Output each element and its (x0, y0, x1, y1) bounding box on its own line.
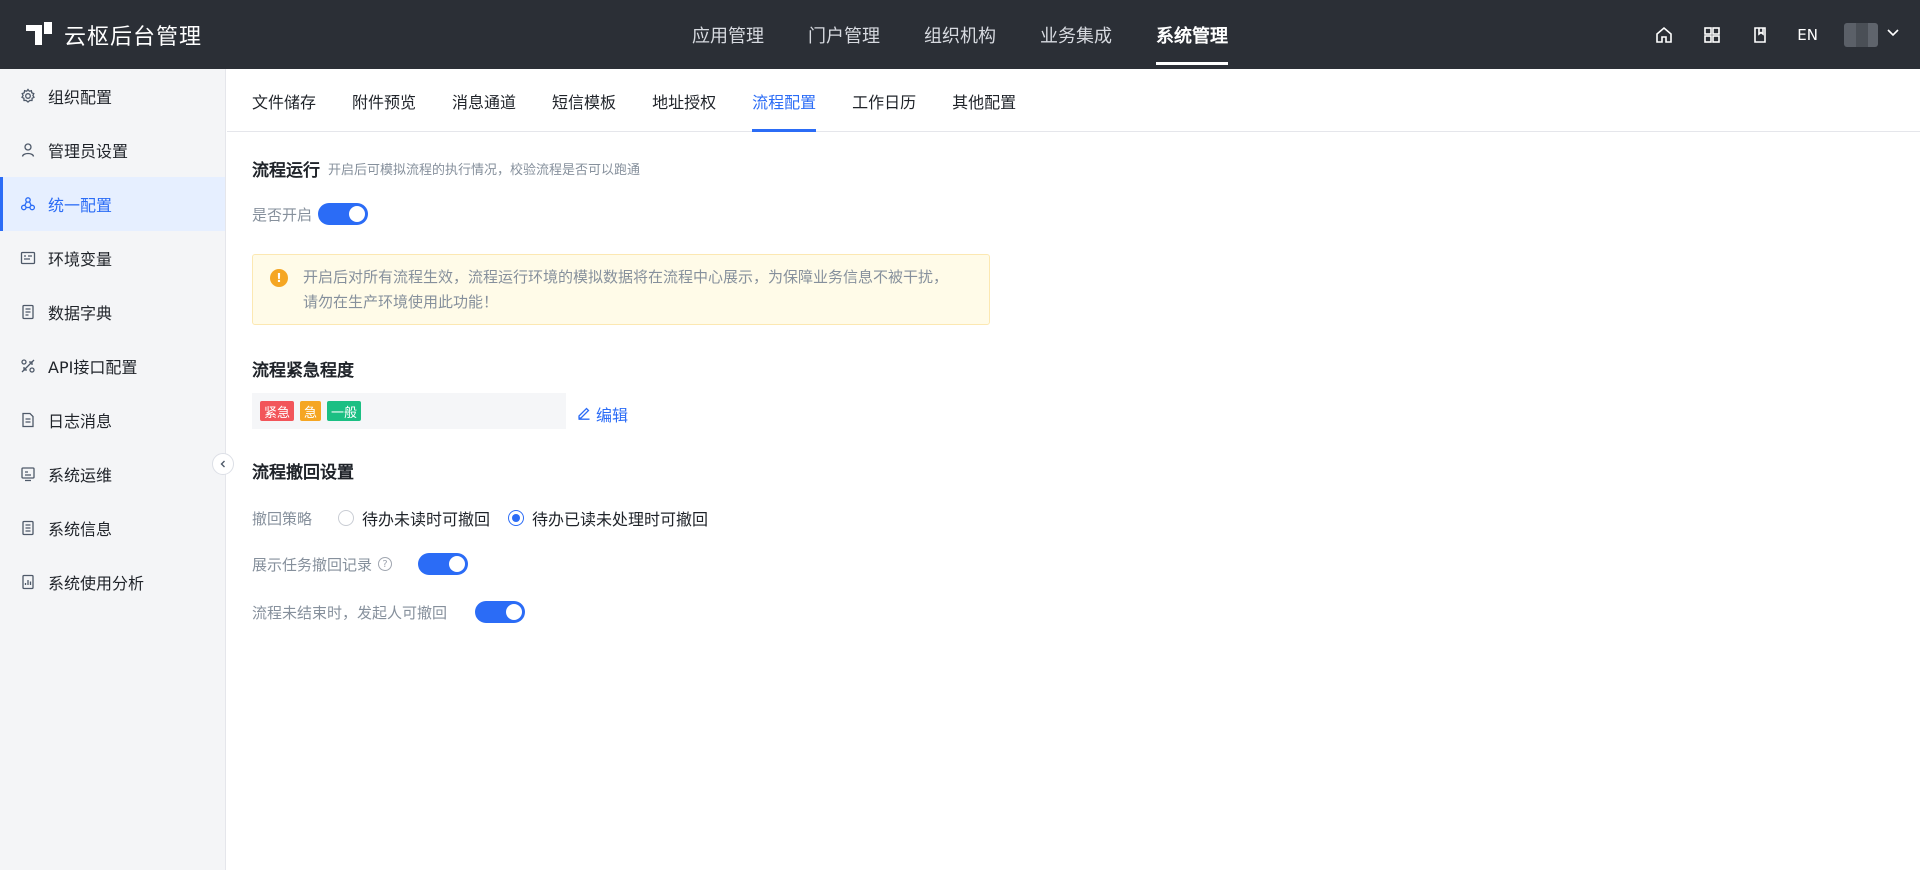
sidebar-item-system-ops[interactable]: 系统运维 (0, 447, 225, 501)
radio-option-read-unprocessed[interactable]: 待办已读未处理时可撤回 (508, 506, 708, 530)
top-right-tools: EN (1653, 0, 1900, 69)
flow-run-enable-label: 是否开启 (252, 205, 313, 224)
home-icon[interactable] (1653, 24, 1675, 46)
gear-icon (20, 88, 36, 104)
main-content: 文件储存 附件预览 消息通道 短信模板 地址授权 流程配置 工作日历 其他配置 … (227, 69, 1920, 870)
sidebar-item-label: 统一配置 (48, 196, 113, 215)
sidebar-item-env-variables[interactable]: 环境变量 (0, 231, 225, 285)
sidebar-item-api-config[interactable]: API接口配置 (0, 339, 225, 393)
initiator-withdraw-switch[interactable] (475, 601, 526, 623)
flow-run-warning-alert: ! 开启后对所有流程生效，流程运行环境的模拟数据将在流程中心展示，为保障业务信息… (252, 254, 990, 325)
sidebar-item-admin-settings[interactable]: 管理员设置 (0, 123, 225, 177)
chevron-left-icon (218, 455, 228, 473)
variable-icon (20, 250, 36, 266)
alert-line-1: 开启后对所有流程生效，流程运行环境的模拟数据将在流程中心展示，为保障业务信息不被… (303, 268, 949, 286)
topnav-item-apps[interactable]: 应用管理 (670, 0, 786, 69)
withdraw-title: 流程撤回设置 (252, 463, 354, 483)
edit-urgency-button[interactable]: 编辑 (577, 402, 628, 426)
flow-run-header: 流程运行 开启后可模拟流程的执行情况，校验流程是否可以跑通 (252, 156, 640, 181)
tab-sms-template[interactable]: 短信模板 (552, 69, 616, 132)
topnav-item-integration[interactable]: 业务集成 (1018, 0, 1134, 69)
sidebar-item-label: API接口配置 (48, 358, 138, 377)
withdraw-strategy-row: 撤回策略 待办未读时可撤回 待办已读未处理时可撤回 (252, 506, 708, 530)
warning-icon: ! (270, 269, 288, 287)
sidebar-collapse-button[interactable] (212, 453, 234, 475)
grid-icon[interactable] (1701, 24, 1723, 46)
sidebar-item-label: 环境变量 (48, 250, 113, 269)
tab-other-config[interactable]: 其他配置 (952, 69, 1016, 132)
topnav-item-system[interactable]: 系统管理 (1134, 0, 1250, 69)
show-records-label: 展示任务撤回记录 (252, 555, 373, 574)
book-icon[interactable] (1749, 24, 1771, 46)
flow-run-title: 流程运行 (252, 161, 320, 181)
user-icon (20, 142, 36, 158)
sidebar-item-system-info[interactable]: 系统信息 (0, 501, 225, 555)
top-nav: 应用管理 门户管理 组织机构 业务集成 系统管理 (670, 0, 1250, 69)
tag-urgent: 紧急 (260, 401, 295, 421)
dictionary-icon (20, 304, 36, 320)
edit-icon (577, 405, 591, 424)
brand[interactable]: 云枢后台管理 (26, 0, 202, 69)
alert-text: 开启后对所有流程生效，流程运行环境的模拟数据将在流程中心展示，为保障业务信息不被… (303, 265, 983, 315)
show-records-row: 展示任务撤回记录 ? (252, 553, 469, 575)
sidebar-item-label: 系统信息 (48, 520, 113, 539)
brand-logo-icon (26, 21, 52, 48)
sidebar-item-label: 系统运维 (48, 466, 113, 485)
flow-run-enable-row: 是否开启 (252, 203, 369, 225)
help-icon[interactable]: ? (378, 557, 393, 571)
tag-hurry: 急 (300, 401, 322, 421)
sidebar-item-usage-analysis[interactable]: 系统使用分析 (0, 555, 225, 609)
tab-work-calendar[interactable]: 工作日历 (852, 69, 916, 132)
alert-line-2: 请勿在生产环境使用此功能！ (303, 293, 499, 311)
initiator-withdraw-label: 流程未结束时，发起人可撤回 (252, 603, 448, 622)
app-title: 云枢后台管理 (64, 24, 203, 50)
sidebar-item-label: 日志消息 (48, 412, 113, 431)
initiator-withdraw-row: 流程未结束时，发起人可撤回 (252, 601, 526, 623)
edit-label: 编辑 (596, 406, 629, 425)
ops-icon (20, 466, 36, 482)
radio-read-unprocessed[interactable] (508, 510, 525, 526)
info-icon (20, 520, 36, 536)
radio-unread[interactable] (338, 510, 355, 526)
sidebar: 组织配置 管理员设置 统一配置 环境变量 数据字典 API接口配置 日志消息 系… (0, 69, 226, 870)
config-icon (20, 196, 36, 212)
config-tabs: 文件储存 附件预览 消息通道 短信模板 地址授权 流程配置 工作日历 其他配置 (227, 69, 1920, 132)
sidebar-item-label: 数据字典 (48, 304, 113, 323)
topnav-item-portal[interactable]: 门户管理 (786, 0, 902, 69)
urgency-tags: 紧急 急 一般 (252, 393, 566, 429)
user-menu[interactable] (1844, 22, 1900, 47)
sidebar-item-log-messages[interactable]: 日志消息 (0, 393, 225, 447)
tab-address-auth[interactable]: 地址授权 (652, 69, 716, 132)
api-icon (20, 358, 36, 374)
topnav-item-org[interactable]: 组织机构 (902, 0, 1018, 69)
radio-option-unread[interactable]: 待办未读时可撤回 (338, 506, 490, 530)
tab-message-channel[interactable]: 消息通道 (452, 69, 516, 132)
tab-flow-config[interactable]: 流程配置 (752, 69, 817, 132)
urgency-title: 流程紧急程度 (252, 361, 354, 381)
avatar (1844, 22, 1878, 47)
analysis-icon (20, 574, 36, 590)
sidebar-item-org-config[interactable]: 组织配置 (0, 69, 225, 123)
show-records-switch[interactable] (418, 553, 469, 575)
sidebar-item-label: 组织配置 (48, 88, 113, 107)
sidebar-item-label: 系统使用分析 (48, 574, 145, 593)
withdraw-strategy-label: 撤回策略 (252, 509, 313, 528)
chevron-down-icon (1886, 26, 1900, 44)
sidebar-item-unified-config[interactable]: 统一配置 (0, 177, 225, 231)
tab-file-storage[interactable]: 文件储存 (252, 69, 316, 132)
tab-attachment-preview[interactable]: 附件预览 (352, 69, 416, 132)
flow-run-enable-switch[interactable] (318, 203, 369, 225)
tag-normal: 一般 (327, 401, 362, 421)
language-switch[interactable]: EN (1797, 26, 1818, 44)
sidebar-item-label: 管理员设置 (48, 142, 129, 161)
sidebar-item-data-dictionary[interactable]: 数据字典 (0, 285, 225, 339)
top-bar: 云枢后台管理 应用管理 门户管理 组织机构 业务集成 系统管理 EN (0, 0, 1920, 69)
log-icon (20, 412, 36, 428)
flow-run-subtitle: 开启后可模拟流程的执行情况，校验流程是否可以跑通 (328, 163, 641, 178)
